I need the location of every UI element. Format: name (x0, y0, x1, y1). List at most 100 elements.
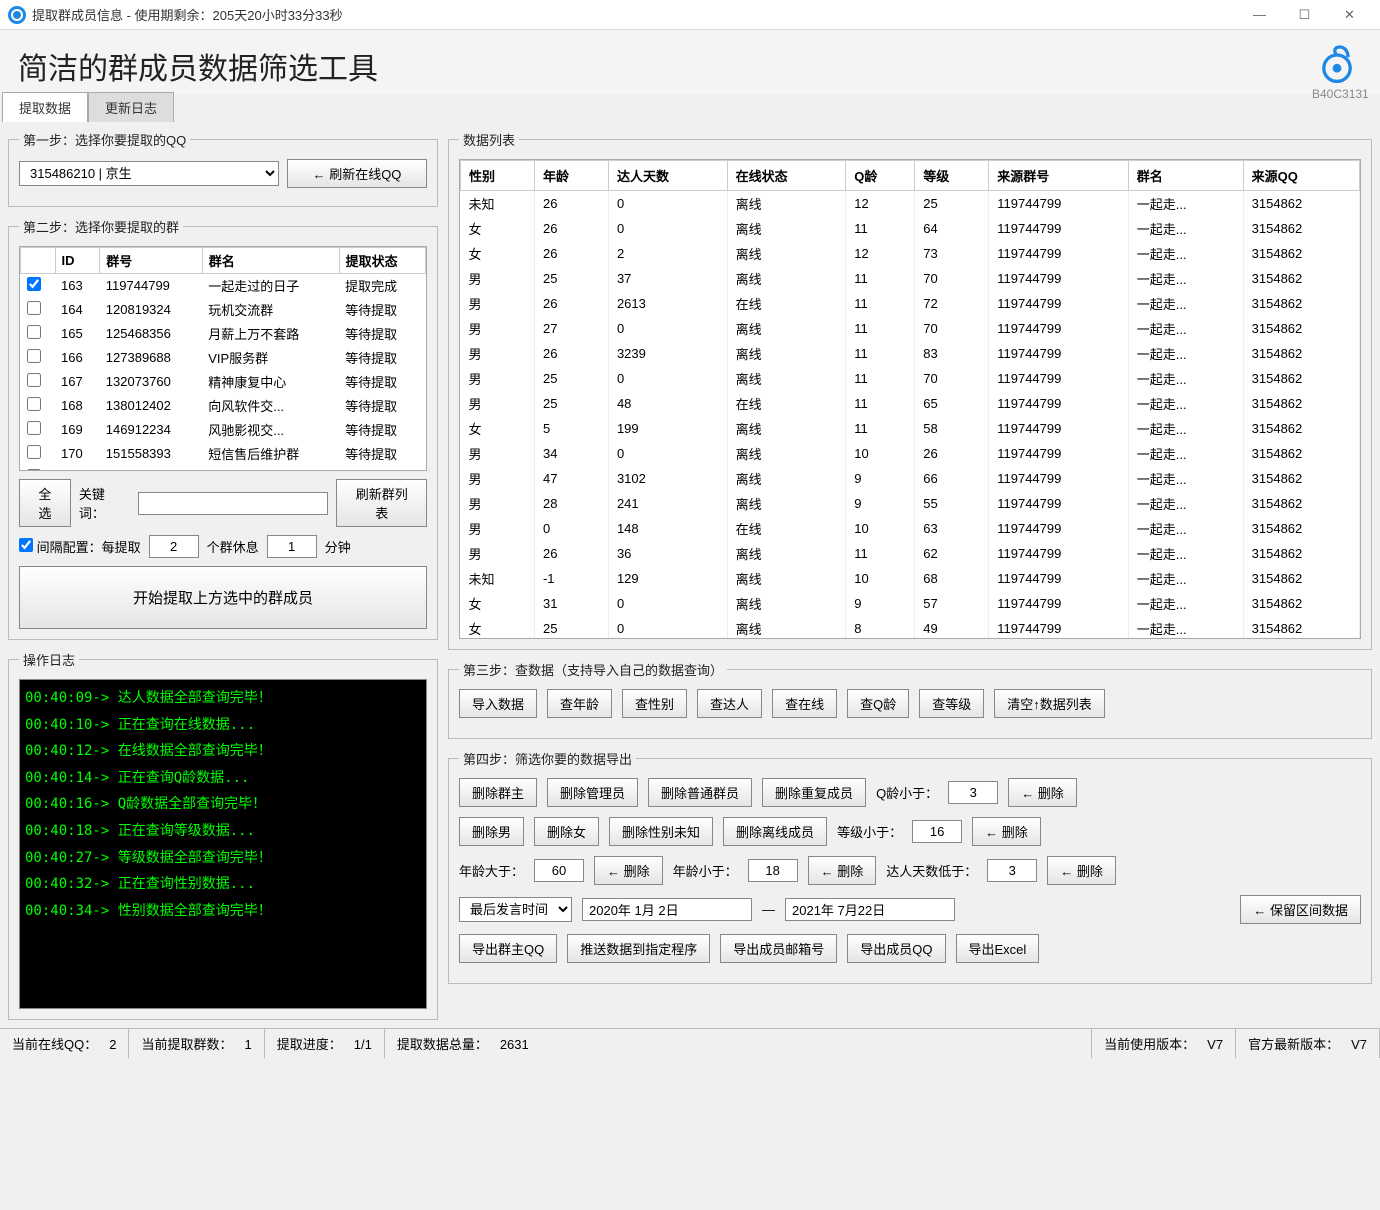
date-to-input[interactable] (785, 898, 955, 921)
delete-age-lt-button[interactable]: ← 删除 (808, 856, 877, 885)
delete-offline-button[interactable]: 删除离线成员 (723, 817, 827, 846)
age-lt-label: 年龄小于： (673, 861, 738, 880)
delete-owner-button[interactable]: 删除群主 (459, 778, 537, 807)
step3-button-2[interactable]: 查性别 (622, 689, 687, 718)
step3-button-0[interactable]: 导入数据 (459, 689, 537, 718)
delete-member-button[interactable]: 删除普通群员 (648, 778, 752, 807)
step3-button-3[interactable]: 查达人 (697, 689, 762, 718)
start-extract-button[interactable]: 开始提取上方选中的群成员 (19, 566, 427, 629)
delete-age-gt-button[interactable]: ← 删除 (594, 856, 663, 885)
group-row-check[interactable] (27, 277, 41, 291)
maximize-button[interactable]: ☐ (1282, 0, 1327, 30)
group-row[interactable]: 167132073760精神康复中心等待提取 (21, 370, 426, 394)
group-row-check[interactable] (27, 349, 41, 363)
data-row[interactable]: 男28241离线955119744799一起走...3154862 (461, 491, 1360, 516)
interval-count-input[interactable] (149, 535, 199, 558)
data-row[interactable]: 女5199离线1158119744799一起走...3154862 (461, 416, 1360, 441)
data-row[interactable]: 男340离线1026119744799一起走...3154862 (461, 441, 1360, 466)
export-email-button[interactable]: 导出成员邮箱号 (720, 934, 837, 963)
group-row-check[interactable] (27, 301, 41, 315)
data-row[interactable]: 男262613在线1172119744799一起走...3154862 (461, 291, 1360, 316)
window-controls: — ☐ ✕ (1237, 0, 1372, 30)
data-table[interactable]: 性别年龄达人天数在线状态Q龄等级来源群号群名来源QQ 未知260离线122511… (459, 159, 1361, 639)
age-lt-input[interactable] (748, 859, 798, 882)
delete-female-button[interactable]: 删除女 (534, 817, 599, 846)
data-table-header: 性别年龄达人天数在线状态Q龄等级来源群号群名来源QQ (461, 161, 1360, 191)
step2-legend: 第二步：选择你要提取的群 (19, 217, 183, 236)
group-row[interactable]: 164120819324玩机交流群等待提取 (21, 298, 426, 322)
interval-checkbox[interactable]: 间隔配置：每提取 (19, 537, 141, 556)
push-program-button[interactable]: 推送数据到指定程序 (567, 934, 710, 963)
status-bar: 当前在线QQ：2 当前提取群数：1 提取进度：1/1 提取数据总量：2631 当… (0, 1028, 1380, 1058)
delete-male-button[interactable]: 删除男 (459, 817, 524, 846)
step3-button-1[interactable]: 查年龄 (547, 689, 612, 718)
data-row[interactable]: 男473102离线966119744799一起走...3154862 (461, 466, 1360, 491)
group-row-check[interactable] (27, 325, 41, 339)
group-row-check[interactable] (27, 445, 41, 459)
interval-minutes-input[interactable] (267, 535, 317, 558)
daren-lt-input[interactable] (987, 859, 1037, 882)
step3-button-7[interactable]: 清空↑数据列表 (994, 689, 1105, 718)
data-row[interactable]: 女250离线849119744799一起走...3154862 (461, 616, 1360, 639)
group-row-check[interactable] (27, 373, 41, 387)
delete-admin-button[interactable]: 删除管理员 (547, 778, 638, 807)
age-gt-input[interactable] (534, 859, 584, 882)
data-list-legend: 数据列表 (459, 130, 519, 149)
delete-daren-button[interactable]: ← 删除 (1047, 856, 1116, 885)
qq-select[interactable]: 315486210 | 京生 (19, 161, 279, 186)
group-row-check[interactable] (27, 397, 41, 411)
delete-duplicate-button[interactable]: 删除重复成员 (762, 778, 866, 807)
data-row[interactable]: 未知260离线1225119744799一起走...3154862 (461, 191, 1360, 217)
step4-panel: 第四步：筛选你要的数据导出 删除群主 删除管理员 删除普通群员 删除重复成员 Q… (448, 749, 1372, 984)
level-lt-label: 等级小于： (837, 822, 902, 841)
data-row[interactable]: 男270离线1170119744799一起走...3154862 (461, 316, 1360, 341)
group-row[interactable]: 166127389688VIP服务群等待提取 (21, 346, 426, 370)
delete-qage-button[interactable]: ← 删除 (1008, 778, 1077, 807)
data-row[interactable]: 男250离线1170119744799一起走...3154862 (461, 366, 1360, 391)
step3-button-4[interactable]: 查在线 (772, 689, 837, 718)
data-row[interactable]: 男0148在线1063119744799一起走...3154862 (461, 516, 1360, 541)
group-row-check[interactable] (27, 469, 41, 471)
qage-lt-label: Q龄小于： (876, 783, 938, 802)
data-row[interactable]: 男2636离线1162119744799一起走...3154862 (461, 541, 1360, 566)
export-member-qq-button[interactable]: 导出成员QQ (847, 934, 945, 963)
keyword-input[interactable] (138, 492, 328, 515)
select-all-button[interactable]: 全选 (19, 479, 71, 527)
export-excel-button[interactable]: 导出Excel (956, 934, 1040, 963)
group-row-check[interactable] (27, 421, 41, 435)
group-table[interactable]: ID 群号 群名 提取状态 163119744799一起走过的日子提取完成164… (19, 246, 427, 471)
logo-text: B40C3131 (1312, 87, 1362, 101)
group-row[interactable]: 165125468356月薪上万不套路等待提取 (21, 322, 426, 346)
data-row[interactable]: 女310离线957119744799一起走...3154862 (461, 591, 1360, 616)
daren-lt-label: 达人天数低于： (886, 861, 977, 880)
data-row[interactable]: 男2537离线1170119744799一起走...3154862 (461, 266, 1360, 291)
close-button[interactable]: ✕ (1327, 0, 1372, 30)
delete-unknown-gender-button[interactable]: 删除性别未知 (609, 817, 713, 846)
group-row[interactable]: 169146912234风驰影视交...等待提取 (21, 418, 426, 442)
keep-range-button[interactable]: ← 保留区间数据 (1240, 895, 1361, 924)
minimize-button[interactable]: — (1237, 0, 1282, 30)
step3-button-5[interactable]: 查Q龄 (847, 689, 909, 718)
date-from-input[interactable] (582, 898, 752, 921)
log-panel: 操作日志 00:40:09-> 达人数据全部查询完毕！00:40:10-> 正在… (8, 650, 438, 1020)
data-row[interactable]: 男263239离线1183119744799一起走...3154862 (461, 341, 1360, 366)
export-owner-qq-button[interactable]: 导出群主QQ (459, 934, 557, 963)
tab-extract[interactable]: 提取数据 (2, 92, 88, 122)
qage-lt-input[interactable] (948, 781, 998, 804)
group-row[interactable]: 163119744799一起走过的日子提取完成 (21, 274, 426, 298)
refresh-group-list-button[interactable]: 刷新群列表 (336, 479, 427, 527)
level-lt-input[interactable] (912, 820, 962, 843)
date-field-select[interactable]: 最后发言时间 (459, 897, 572, 922)
tab-changelog[interactable]: 更新日志 (88, 92, 174, 122)
data-row[interactable]: 女260离线1164119744799一起走...3154862 (461, 216, 1360, 241)
group-row[interactable]: 168138012402向风软件交...等待提取 (21, 394, 426, 418)
refresh-qq-button[interactable]: ← 刷新在线QQ (287, 159, 427, 188)
delete-level-button[interactable]: ← 删除 (972, 817, 1041, 846)
step3-legend: 第三步：查数据（支持导入自己的数据查询） (459, 660, 727, 679)
group-row[interactable]: 171153785645薇恋团队IS...等待提取 (21, 466, 426, 472)
step3-button-6[interactable]: 查等级 (919, 689, 984, 718)
group-row[interactable]: 170151558393短信售后维护群等待提取 (21, 442, 426, 466)
data-row[interactable]: 女262离线1273119744799一起走...3154862 (461, 241, 1360, 266)
data-row[interactable]: 未知-1129离线1068119744799一起走...3154862 (461, 566, 1360, 591)
data-row[interactable]: 男2548在线1165119744799一起走...3154862 (461, 391, 1360, 416)
